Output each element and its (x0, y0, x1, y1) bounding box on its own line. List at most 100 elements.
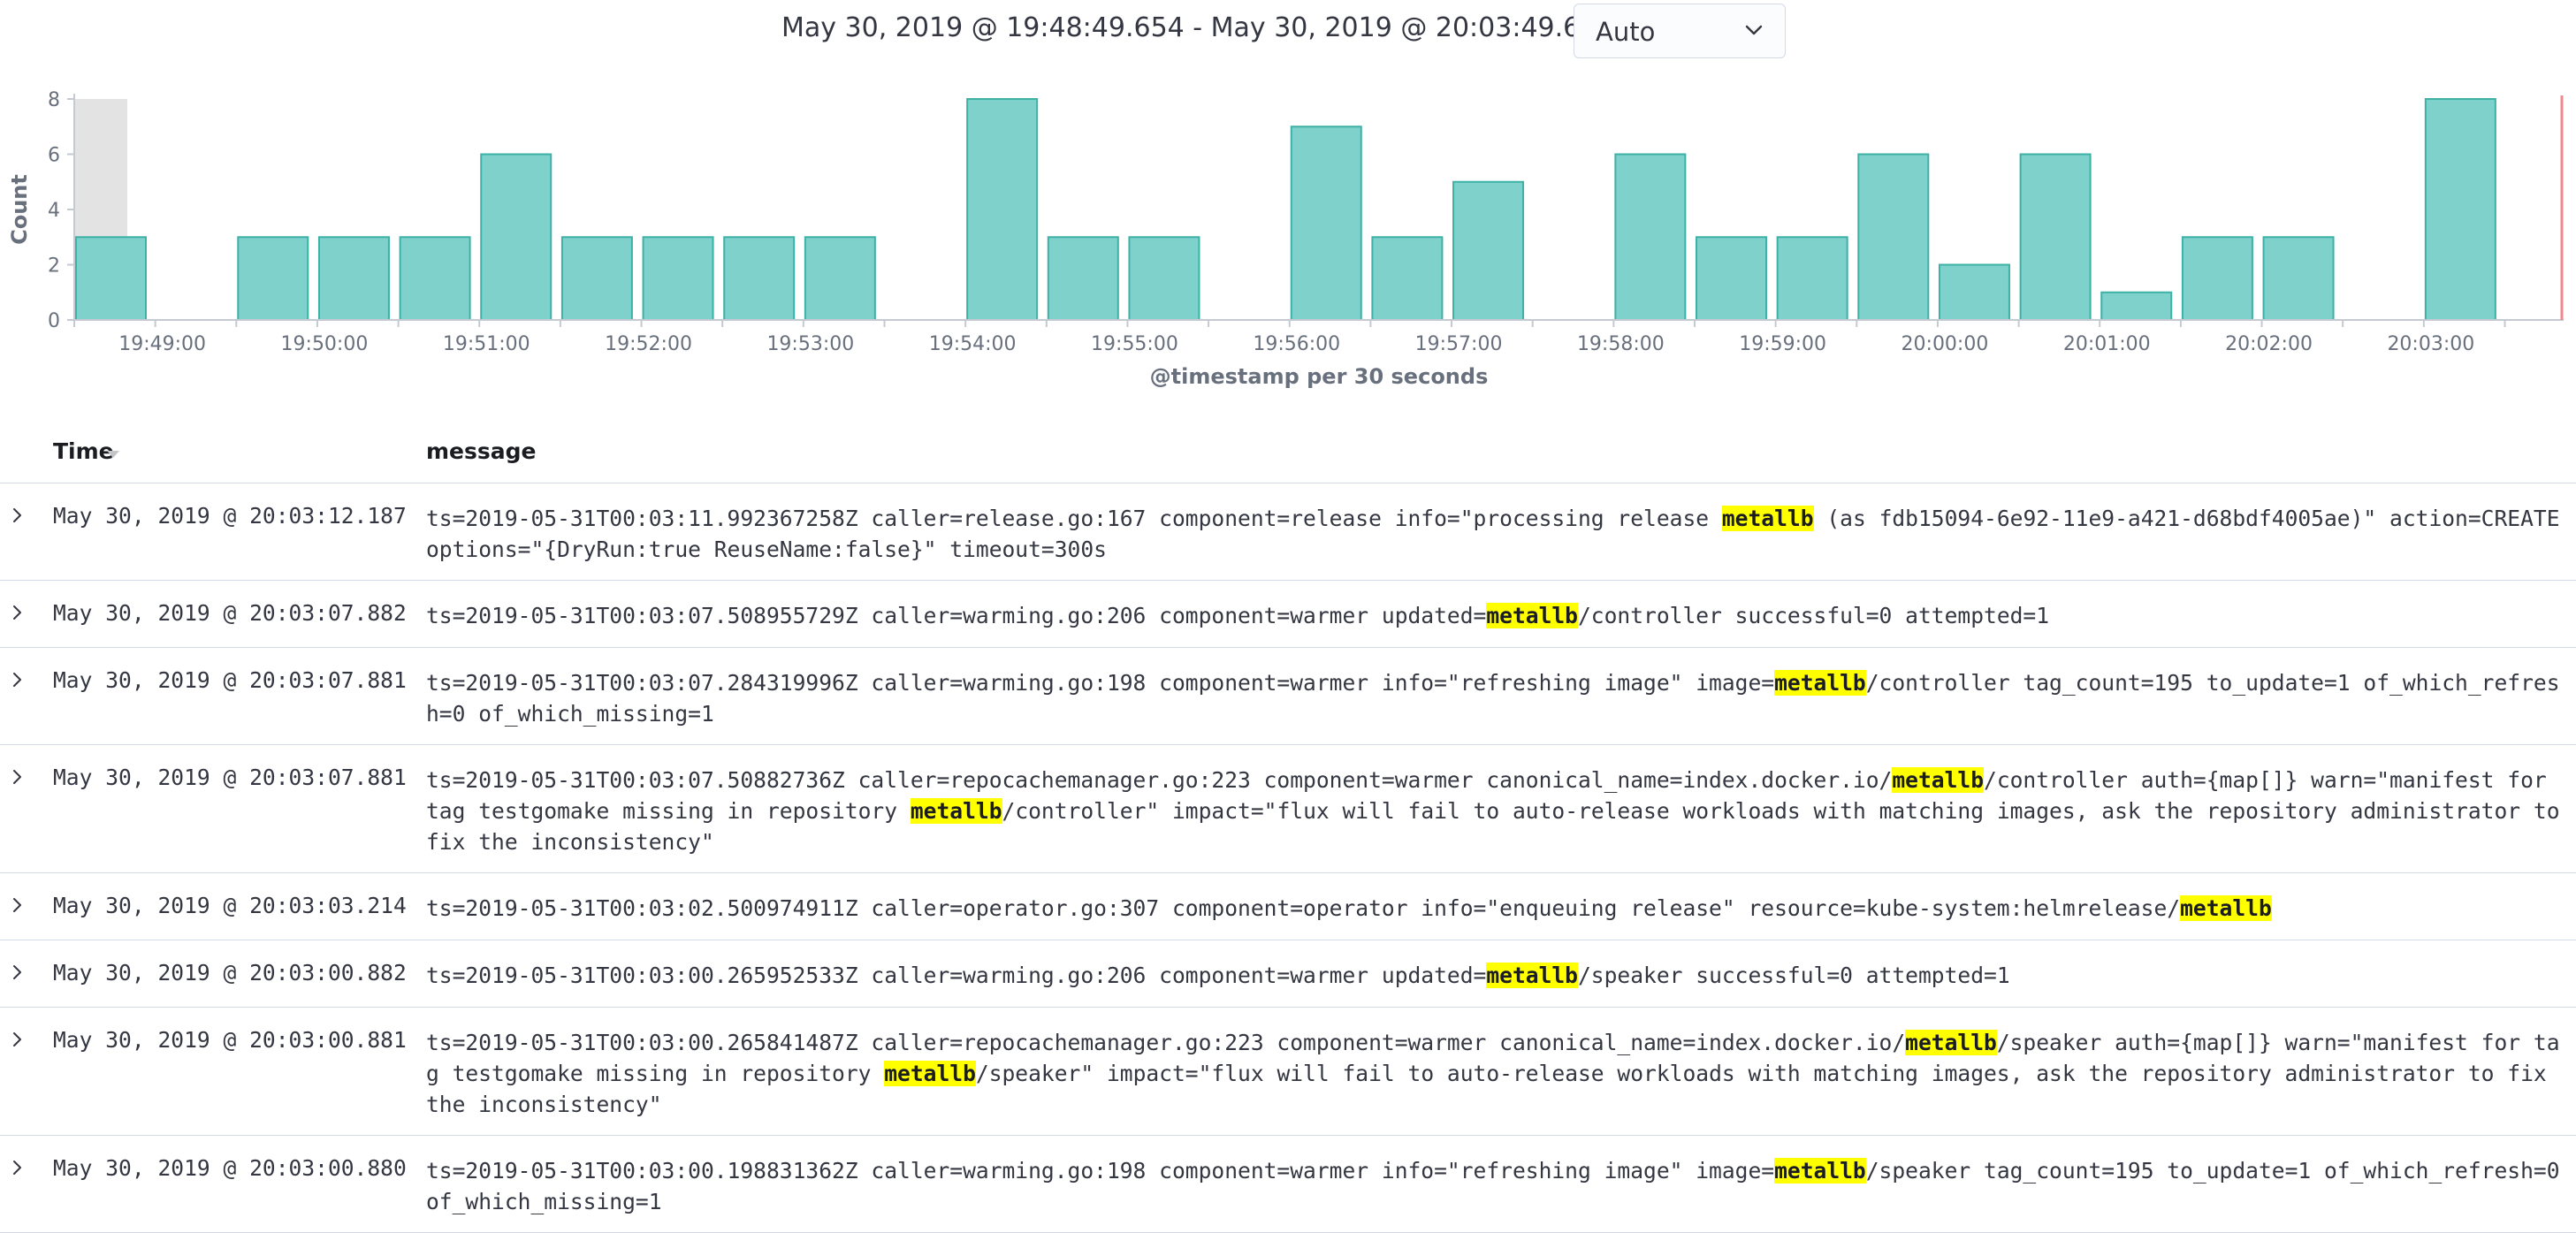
search-highlight: metallb (1774, 1158, 1866, 1184)
y-tick-label: 4 (48, 200, 60, 222)
x-tick-label: 19:59:00 (1739, 333, 1826, 355)
row-timestamp: May 30, 2019 @ 20:03:07.881 (53, 765, 407, 790)
time-range-text: May 30, 2019 @ 19:48:49.654 - May 30, 20… (781, 12, 1649, 43)
histogram-bar[interactable] (1290, 126, 1362, 321)
document-table: Time message May 30, 2019 @ 20:03:12.187… (0, 421, 2576, 1233)
histogram-bar[interactable] (723, 236, 796, 321)
histogram-bar[interactable] (237, 236, 309, 321)
chevron-down-icon (1745, 25, 1763, 35)
search-highlight: metallb (910, 798, 1002, 824)
histogram-bar[interactable] (1128, 236, 1200, 321)
time-range-header: May 30, 2019 @ 19:48:49.654 - May 30, 20… (0, 0, 2576, 65)
search-highlight: metallb (2180, 895, 2272, 921)
table-row[interactable]: May 30, 2019 @ 20:03:07.881 ts=2019-05-31… (0, 648, 2576, 745)
x-tick-label: 19:53:00 (766, 333, 854, 355)
table-row[interactable]: May 30, 2019 @ 20:03:03.214 ts=2019-05-31… (0, 873, 2576, 940)
histogram-bar[interactable] (1614, 153, 1687, 321)
histogram-svg: Count 0 2 4 6 8 19:49:00 19:50:00 19:51:00 19:52:… (7, 89, 2564, 389)
x-axis-title: @timestamp per 30 seconds (1150, 364, 1489, 389)
histogram-bar[interactable] (1776, 236, 1848, 321)
row-message: ts=2019-05-31T00:03:07.50882736Z caller=… (426, 767, 2573, 855)
search-highlight: metallb (1721, 506, 1814, 531)
row-message: ts=2019-05-31T00:03:02.500974911Z caller… (426, 895, 2272, 921)
expand-row-chevron-icon[interactable] (9, 506, 27, 524)
row-timestamp: May 30, 2019 @ 20:03:00.882 (53, 960, 407, 986)
row-timestamp: May 30, 2019 @ 20:03:12.187 (53, 503, 407, 529)
row-timestamp: May 30, 2019 @ 20:03:00.881 (53, 1027, 407, 1053)
search-highlight: metallb (1486, 603, 1578, 628)
search-highlight: metallb (1774, 670, 1866, 696)
row-timestamp: May 30, 2019 @ 20:03:07.882 (53, 600, 407, 626)
expand-row-chevron-icon[interactable] (9, 604, 27, 621)
interval-select[interactable]: Auto (1574, 4, 1786, 58)
histogram-bar[interactable] (642, 236, 714, 321)
row-message: ts=2019-05-31T00:03:00.198831362Z caller… (426, 1158, 2573, 1214)
histogram-bar[interactable] (560, 236, 633, 321)
histogram-bar[interactable] (1857, 153, 1930, 321)
search-highlight: metallb (884, 1061, 976, 1086)
table-row[interactable]: May 30, 2019 @ 20:03:07.881 ts=2019-05-31… (0, 745, 2576, 873)
histogram-chart[interactable]: Count 0 2 4 6 8 19:49:00 19:50:00 19:51:00 19:52:… (0, 71, 2576, 398)
x-tick-label: 19:51:00 (443, 333, 530, 355)
expand-row-chevron-icon[interactable] (9, 768, 27, 786)
histogram-bar[interactable] (480, 153, 553, 321)
x-tick-label: 20:03:00 (2387, 333, 2474, 355)
x-tick-label: 19:58:00 (1577, 333, 1665, 355)
histogram-bar[interactable] (2100, 291, 2173, 321)
expand-row-chevron-icon[interactable] (9, 896, 27, 914)
x-tick-label: 20:02:00 (2225, 333, 2313, 355)
histogram-bar[interactable] (1938, 263, 2010, 321)
row-timestamp: May 30, 2019 @ 20:03:00.880 (53, 1155, 407, 1181)
histogram-bar[interactable] (2019, 153, 2092, 321)
histogram-bar[interactable] (317, 236, 390, 321)
histogram-bar[interactable] (966, 98, 1039, 321)
search-highlight: metallb (1905, 1030, 1997, 1055)
expand-row-chevron-icon[interactable] (9, 963, 27, 981)
search-highlight: metallb (1486, 963, 1578, 988)
histogram-bar[interactable] (2424, 98, 2496, 321)
table-row[interactable]: May 30, 2019 @ 20:03:00.882 ts=2019-05-31… (0, 940, 2576, 1008)
y-tick-label: 0 (48, 310, 60, 332)
histogram-bar[interactable] (75, 236, 147, 321)
search-highlight: metallb (1892, 767, 1985, 793)
y-tick-label: 8 (48, 89, 60, 111)
x-tick-label: 19:55:00 (1091, 333, 1178, 355)
histogram-bar[interactable] (2181, 236, 2253, 321)
histogram-bar[interactable] (804, 236, 876, 321)
x-tick-label: 19:52:00 (605, 333, 692, 355)
table-row[interactable]: May 30, 2019 @ 20:03:07.882 ts=2019-05-31… (0, 581, 2576, 648)
x-tick-label: 19:54:00 (929, 333, 1017, 355)
row-message: ts=2019-05-31T00:03:07.284319996Z caller… (426, 670, 2560, 727)
sort-descending-icon[interactable] (107, 451, 119, 458)
y-tick-label: 6 (48, 145, 60, 167)
table-row[interactable]: May 30, 2019 @ 20:03:00.880 ts=2019-05-31… (0, 1136, 2576, 1233)
histogram-bar[interactable] (399, 236, 471, 321)
row-timestamp: May 30, 2019 @ 20:03:03.214 (53, 893, 407, 918)
expand-row-chevron-icon[interactable] (9, 1159, 27, 1176)
histogram-bar[interactable] (2262, 236, 2335, 321)
histogram-bar[interactable] (1696, 236, 1767, 321)
row-message: ts=2019-05-31T00:03:00.265952533Z caller… (426, 963, 2010, 988)
row-timestamp: May 30, 2019 @ 20:03:07.881 (53, 667, 407, 693)
x-tick-label: 19:57:00 (1415, 333, 1503, 355)
x-tick-label: 19:49:00 (118, 333, 206, 355)
histogram-bar[interactable] (1371, 236, 1444, 321)
x-tick-label: 20:01:00 (2063, 333, 2151, 355)
column-header-time[interactable]: Time (53, 438, 114, 464)
histogram-bar[interactable] (1452, 180, 1525, 321)
row-message: ts=2019-05-31T00:03:00.265841487Z caller… (426, 1030, 2560, 1117)
expand-row-chevron-icon[interactable] (9, 1031, 27, 1048)
interval-select-value: Auto (1596, 17, 1656, 47)
histogram-bar[interactable] (1047, 236, 1119, 321)
row-message: ts=2019-05-31T00:03:11.992367258Z caller… (426, 506, 2573, 562)
x-tick-label: 20:00:00 (1902, 333, 1989, 355)
y-axis-title: Count (7, 174, 32, 245)
expand-row-chevron-icon[interactable] (9, 671, 27, 689)
table-row[interactable]: May 30, 2019 @ 20:03:12.187 ts=2019-05-31… (0, 483, 2576, 581)
table-body: May 30, 2019 @ 20:03:12.187 ts=2019-05-31… (0, 483, 2576, 1233)
x-tick-label: 19:50:00 (281, 333, 369, 355)
row-message: ts=2019-05-31T00:03:07.508955729Z caller… (426, 603, 2050, 628)
table-header: Time message (0, 421, 2576, 483)
column-header-message[interactable]: message (426, 438, 537, 464)
table-row[interactable]: May 30, 2019 @ 20:03:00.881 ts=2019-05-31… (0, 1008, 2576, 1136)
